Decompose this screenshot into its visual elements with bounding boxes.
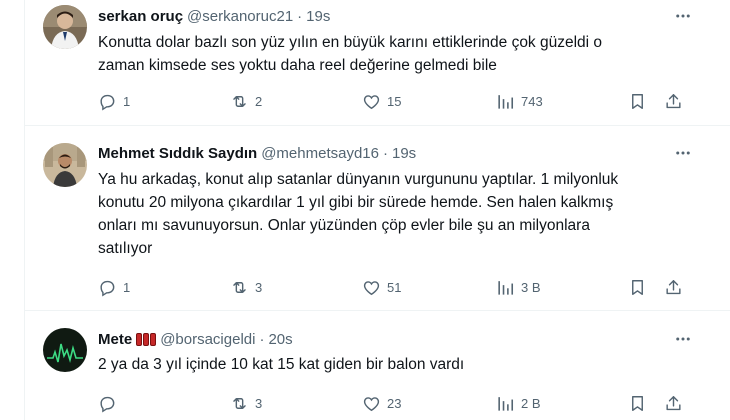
views-count: 2 B	[521, 395, 541, 411]
separator-dot: ·	[297, 7, 303, 25]
bookmark-button[interactable]	[628, 89, 647, 113]
share-icon	[666, 279, 681, 294]
reply-button[interactable]	[98, 391, 123, 415]
avatar[interactable]	[43, 143, 87, 187]
author-name[interactable]: Mete	[98, 331, 132, 348]
slot-machine-emoji	[136, 332, 157, 346]
bookmark-icon	[632, 93, 643, 109]
timeline: serkan oruç @serkanoruc21 · 19s Konutta …	[24, 0, 730, 420]
like-count: 51	[387, 279, 402, 295]
tweet-text: Ya hu arkadaş, konut alıp satanlar dünya…	[98, 171, 619, 257]
tweet-time[interactable]: 19s	[392, 145, 416, 162]
views-button[interactable]: 743	[496, 89, 543, 113]
author-handle[interactable]: @serkanoruc21	[187, 8, 293, 25]
tweet-actions: 3 23 2 B	[98, 391, 698, 415]
tweet-actions: 1 3 51 3 B	[98, 275, 698, 299]
reply-button[interactable]: 1	[98, 275, 130, 299]
share-icon	[666, 395, 681, 410]
share-button[interactable]	[664, 275, 683, 299]
like-count: 15	[387, 93, 402, 109]
views-count: 743	[521, 93, 543, 109]
separator-dot: ·	[259, 330, 265, 348]
tweet-text: Konutta dolar bazlı son yüz yılın en büy…	[98, 34, 603, 74]
more-icon[interactable]	[673, 143, 693, 163]
bookmark-icon	[632, 395, 643, 411]
more-icon[interactable]	[673, 6, 693, 26]
author-handle[interactable]: @borsacigeldi	[160, 331, 255, 348]
more-icon[interactable]	[673, 329, 693, 349]
tweet-header: Mehmet Sıddık Saydın @mehmetsayd16 · 19s	[98, 143, 416, 163]
bookmark-button[interactable]	[628, 391, 647, 415]
views-button[interactable]: 2 B	[496, 391, 541, 415]
tweet[interactable]: serkan oruç @serkanoruc21 · 19s Konutta …	[25, 0, 730, 126]
like-count: 23	[387, 395, 402, 411]
retweet-button[interactable]: 2	[230, 89, 262, 113]
reply-icon	[100, 94, 115, 110]
retweet-count: 3	[255, 395, 263, 411]
avatar[interactable]	[43, 328, 87, 372]
tweet-actions: 1 2 15 743	[98, 89, 698, 113]
tweet[interactable]: Mehmet Sıddık Saydın @mehmetsayd16 · 19s…	[25, 126, 730, 311]
like-icon	[363, 396, 380, 411]
like-icon	[363, 280, 380, 295]
tweet-text: 2 ya da 3 yıl içinde 10 kat 15 kat giden…	[98, 356, 465, 373]
share-button[interactable]	[664, 391, 683, 415]
views-icon	[498, 94, 514, 109]
views-button[interactable]: 3 B	[496, 275, 541, 299]
author-name[interactable]: Mehmet Sıddık Saydın	[98, 145, 257, 162]
retweet-count: 2	[255, 93, 263, 109]
tweet-time[interactable]: 19s	[306, 8, 330, 25]
separator-dot: ·	[382, 144, 388, 162]
reply-button[interactable]: 1	[98, 89, 130, 113]
bookmark-button[interactable]	[628, 275, 647, 299]
tweet-time[interactable]: 20s	[268, 331, 292, 348]
share-icon	[666, 93, 681, 108]
avatar[interactable]	[43, 5, 87, 49]
like-button[interactable]: 15	[362, 89, 401, 113]
retweet-button[interactable]: 3	[230, 391, 262, 415]
reply-count: 1	[123, 93, 131, 109]
retweet-count: 3	[255, 279, 263, 295]
author-handle[interactable]: @mehmetsayd16	[261, 145, 379, 162]
tweet-header: Mete @borsacigeldi · 20s	[98, 329, 293, 349]
views-count: 3 B	[521, 279, 541, 295]
views-icon	[498, 396, 514, 411]
bookmark-icon	[632, 279, 643, 295]
retweet-icon	[233, 95, 246, 107]
like-button[interactable]: 51	[362, 275, 401, 299]
retweet-button[interactable]: 3	[230, 275, 262, 299]
reply-count: 1	[123, 279, 131, 295]
share-button[interactable]	[664, 89, 683, 113]
like-icon	[363, 94, 380, 109]
tweet[interactable]: Mete @borsacigeldi · 20s 2 ya da 3 yıl i…	[25, 311, 730, 420]
author-name[interactable]: serkan oruç	[98, 8, 183, 25]
reply-icon	[100, 280, 115, 296]
views-icon	[498, 280, 514, 295]
retweet-icon	[233, 397, 246, 409]
retweet-icon	[233, 281, 246, 293]
reply-icon	[100, 396, 115, 412]
tweet-header: serkan oruç @serkanoruc21 · 19s	[98, 6, 330, 26]
like-button[interactable]: 23	[362, 391, 401, 415]
